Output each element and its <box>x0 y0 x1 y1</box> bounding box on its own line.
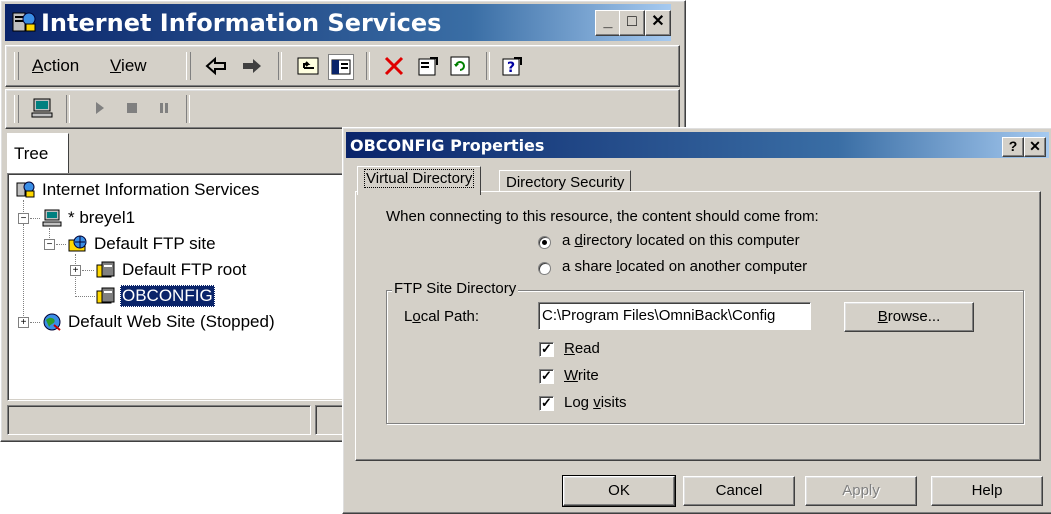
toolbar-separator <box>486 52 490 80</box>
dialog-title-bar[interactable]: OBCONFIG Properties ? ✕ <box>346 132 1049 158</box>
iis-root-icon <box>16 181 35 198</box>
virtual-folder-icon <box>96 261 115 278</box>
cancel-button[interactable]: Cancel <box>683 476 795 506</box>
stop-service-icon[interactable] <box>120 96 144 120</box>
log-visits-checkbox[interactable]: ✓ <box>539 396 554 411</box>
toolbar-separator <box>278 52 282 80</box>
radio-network-share[interactable] <box>538 262 551 275</box>
back-arrow-icon[interactable] <box>204 54 228 78</box>
service-toolbar <box>5 89 680 129</box>
read-label[interactable]: Read <box>564 340 600 357</box>
help-button[interactable]: Help <box>931 476 1043 506</box>
write-checkbox[interactable]: ✓ <box>539 369 554 384</box>
toolbar-grip[interactable] <box>14 52 19 80</box>
menu-view[interactable]: View <box>110 56 147 76</box>
dialog-title-text: OBCONFIG Properties <box>350 136 545 155</box>
tree-item-web-site[interactable]: Default Web Site (Stopped) <box>68 312 275 332</box>
maximize-button[interactable]: □ <box>619 10 645 36</box>
ok-button[interactable]: OK <box>562 475 676 507</box>
toolbar-separator <box>186 95 190 123</box>
ftp-site-icon <box>68 235 87 252</box>
write-label[interactable]: Write <box>564 367 599 384</box>
local-path-label: Local Path: <box>404 308 480 325</box>
tree-item-server[interactable]: * breyel1 <box>68 208 135 228</box>
tree-panel[interactable]: Internet Information Services − * breyel… <box>7 173 349 401</box>
collapse-ftp-site-toggle[interactable]: − <box>44 239 55 250</box>
tree-item-iis-root[interactable]: Internet Information Services <box>42 180 259 200</box>
iis-title-bar[interactable]: Internet Information Services _ □ ✕ <box>5 4 671 41</box>
radio-local-directory[interactable] <box>538 236 551 249</box>
tree-tab-label: Tree <box>14 144 49 163</box>
expand-web-site-toggle[interactable]: + <box>18 317 29 328</box>
start-service-icon[interactable] <box>88 96 112 120</box>
server-computer-icon <box>42 209 62 227</box>
properties-dialog: OBCONFIG Properties ? ✕ Virtual Director… <box>342 127 1051 514</box>
status-bar-pane-1 <box>7 405 311 435</box>
virtual-folder-icon <box>96 287 115 304</box>
tree-item-ftp-site[interactable]: Default FTP site <box>94 234 216 254</box>
radio-network-share-label[interactable]: a share located on another computer <box>562 258 807 275</box>
menu-toolbar: Action View ? <box>5 45 680 87</box>
toolbar-separator <box>366 52 370 80</box>
apply-button[interactable]: Apply <box>805 476 917 506</box>
browse-button[interactable]: Browse... <box>844 302 974 332</box>
minimize-button[interactable]: _ <box>595 10 621 36</box>
tab-page-virtual-directory: When connecting to this resource, the co… <box>355 191 1041 461</box>
dialog-help-button[interactable]: ? <box>1002 137 1024 157</box>
web-site-globe-icon <box>43 313 61 331</box>
toolbar-separator <box>66 95 70 123</box>
dialog-close-button[interactable]: ✕ <box>1024 137 1046 157</box>
source-prompt: When connecting to this resource, the co… <box>386 208 819 225</box>
tab-tree[interactable]: Tree <box>7 133 69 175</box>
menu-action[interactable]: Action <box>32 56 79 76</box>
show-tree-icon[interactable] <box>328 54 354 80</box>
collapse-server-toggle[interactable]: − <box>18 213 29 224</box>
up-folder-icon[interactable] <box>296 54 320 78</box>
tab-virtual-directory[interactable]: Virtual Directory <box>357 166 482 195</box>
properties-icon[interactable] <box>416 54 440 78</box>
iis-title-text: Internet Information Services <box>41 9 442 37</box>
refresh-icon[interactable] <box>448 54 472 78</box>
log-visits-label[interactable]: Log visits <box>564 394 627 411</box>
pause-service-icon[interactable] <box>152 96 176 120</box>
help-icon[interactable]: ? <box>500 54 524 78</box>
computer-icon[interactable] <box>30 96 54 120</box>
toolbar-grip-2[interactable] <box>186 52 191 80</box>
expand-ftp-root-toggle[interactable]: + <box>70 265 81 276</box>
forward-arrow-icon[interactable] <box>240 54 264 78</box>
svg-text:?: ? <box>507 60 515 76</box>
tree-item-ftp-root[interactable]: Default FTP root <box>122 260 246 280</box>
radio-local-directory-label[interactable]: a directory located on this computer <box>562 232 800 249</box>
delete-icon[interactable] <box>382 54 406 78</box>
local-path-input[interactable]: C:\Program Files\OmniBack\Config <box>538 302 811 330</box>
tree-item-obconfig[interactable]: OBCONFIG <box>120 285 215 307</box>
ftp-site-directory-label: FTP Site Directory <box>392 280 519 297</box>
close-button[interactable]: ✕ <box>645 10 671 36</box>
iis-app-icon <box>12 12 36 32</box>
toolbar-grip[interactable] <box>14 95 19 123</box>
read-checkbox[interactable]: ✓ <box>539 342 554 357</box>
